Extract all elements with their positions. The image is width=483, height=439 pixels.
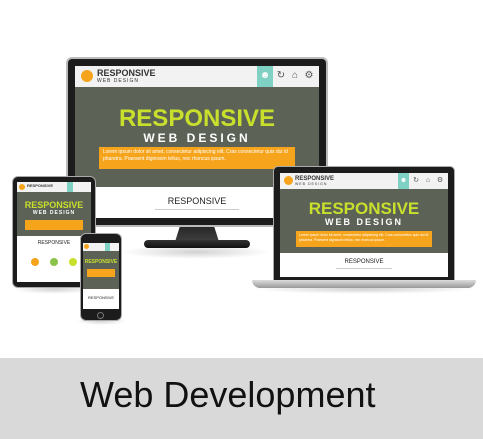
- home-icon: ⌂: [291, 70, 299, 81]
- hero-subtitle: WEB DESIGN: [324, 217, 403, 227]
- hero-text-box: [87, 269, 115, 277]
- feature-dot: [50, 258, 58, 266]
- hero-title: RESPONSIVE: [24, 200, 84, 210]
- hero-title: RESPONSIVE: [308, 199, 420, 218]
- hero-banner: RESPONSIVE WEB DESIGN: [17, 192, 91, 236]
- laptop-screen: RESPONSIVE WEB DESIGN ☻ ↻ ⌂ ⚙ RESPONSIVE…: [280, 173, 448, 277]
- nav-active-tab: [105, 243, 110, 251]
- hero-subtitle: WEB DESIGN: [32, 210, 76, 216]
- refresh-icon: ↻: [413, 177, 419, 184]
- site-header: RESPONSIVE WEB DESIGN ☻ ↻ ⌂ ⚙: [280, 173, 448, 189]
- logo-icon: [84, 244, 89, 249]
- caption-title: Web Development: [80, 374, 376, 415]
- logo-icon: [284, 176, 293, 185]
- gear-icon: ⚙: [304, 70, 314, 81]
- site-brand: RESPONSIVE: [27, 183, 54, 188]
- caption-bar: Web Development: [0, 358, 483, 439]
- refresh-icon: ↻: [276, 70, 286, 81]
- hero-banner: RESPONSIVE: [83, 251, 119, 289]
- user-icon: ☻: [399, 177, 408, 184]
- phone-home-button: [97, 312, 104, 319]
- site-brand-subtitle: WEB DESIGN: [295, 182, 328, 186]
- site-brand-subtitle: WEB DESIGN: [97, 78, 139, 84]
- site-brand: RESPONSIVE: [97, 68, 156, 78]
- site-header: RESPONSIVE WEB DESIGN ☻ ↻ ⌂ ⚙: [75, 66, 319, 87]
- responsive-design-illustration: RESPONSIVE WEB DESIGN ☻ ↻ ⌂ ⚙ RESPONSIVE…: [0, 0, 483, 358]
- feature-dot: [69, 258, 77, 266]
- hero-text-box: Lorem ipsum dolor sit amet, consectetur …: [296, 231, 432, 247]
- home-icon: ⌂: [425, 177, 431, 184]
- hero-text: Lorem ipsum dolor sit amet, consectetur …: [103, 149, 288, 162]
- hero-text: Lorem ipsum dolor sit amet, consectetur …: [299, 233, 429, 242]
- hero-text-box: [25, 220, 83, 230]
- section-label: RESPONSIVE: [87, 295, 114, 300]
- hero-title: RESPONSIVE: [118, 105, 276, 132]
- feature-dot: [31, 258, 39, 266]
- phone-screen: RESPONSIVE RESPONSIVE: [83, 243, 119, 309]
- site-header: [83, 243, 119, 251]
- hero-title: RESPONSIVE: [84, 259, 118, 265]
- section-divider: [155, 209, 239, 210]
- section-label: RESPONSIVE: [344, 259, 384, 265]
- nav-active-tab: [67, 182, 73, 192]
- laptop-base: [252, 280, 476, 288]
- gear-icon: ⚙: [436, 177, 444, 184]
- laptop: RESPONSIVE WEB DESIGN ☻ ↻ ⌂ ⚙ RESPONSIVE…: [252, 166, 476, 294]
- user-icon: ☻: [259, 70, 271, 81]
- hero-subtitle: WEB DESIGN: [143, 131, 251, 145]
- site-header: RESPONSIVE: [17, 182, 91, 192]
- section-divider: [336, 268, 392, 269]
- smartphone: RESPONSIVE RESPONSIVE: [76, 233, 126, 325]
- logo-icon: [81, 70, 93, 82]
- logo-icon: [19, 184, 25, 190]
- monitor-base: [144, 240, 250, 248]
- hero-banner: RESPONSIVE WEB DESIGN Lorem ipsum dolor …: [280, 189, 448, 253]
